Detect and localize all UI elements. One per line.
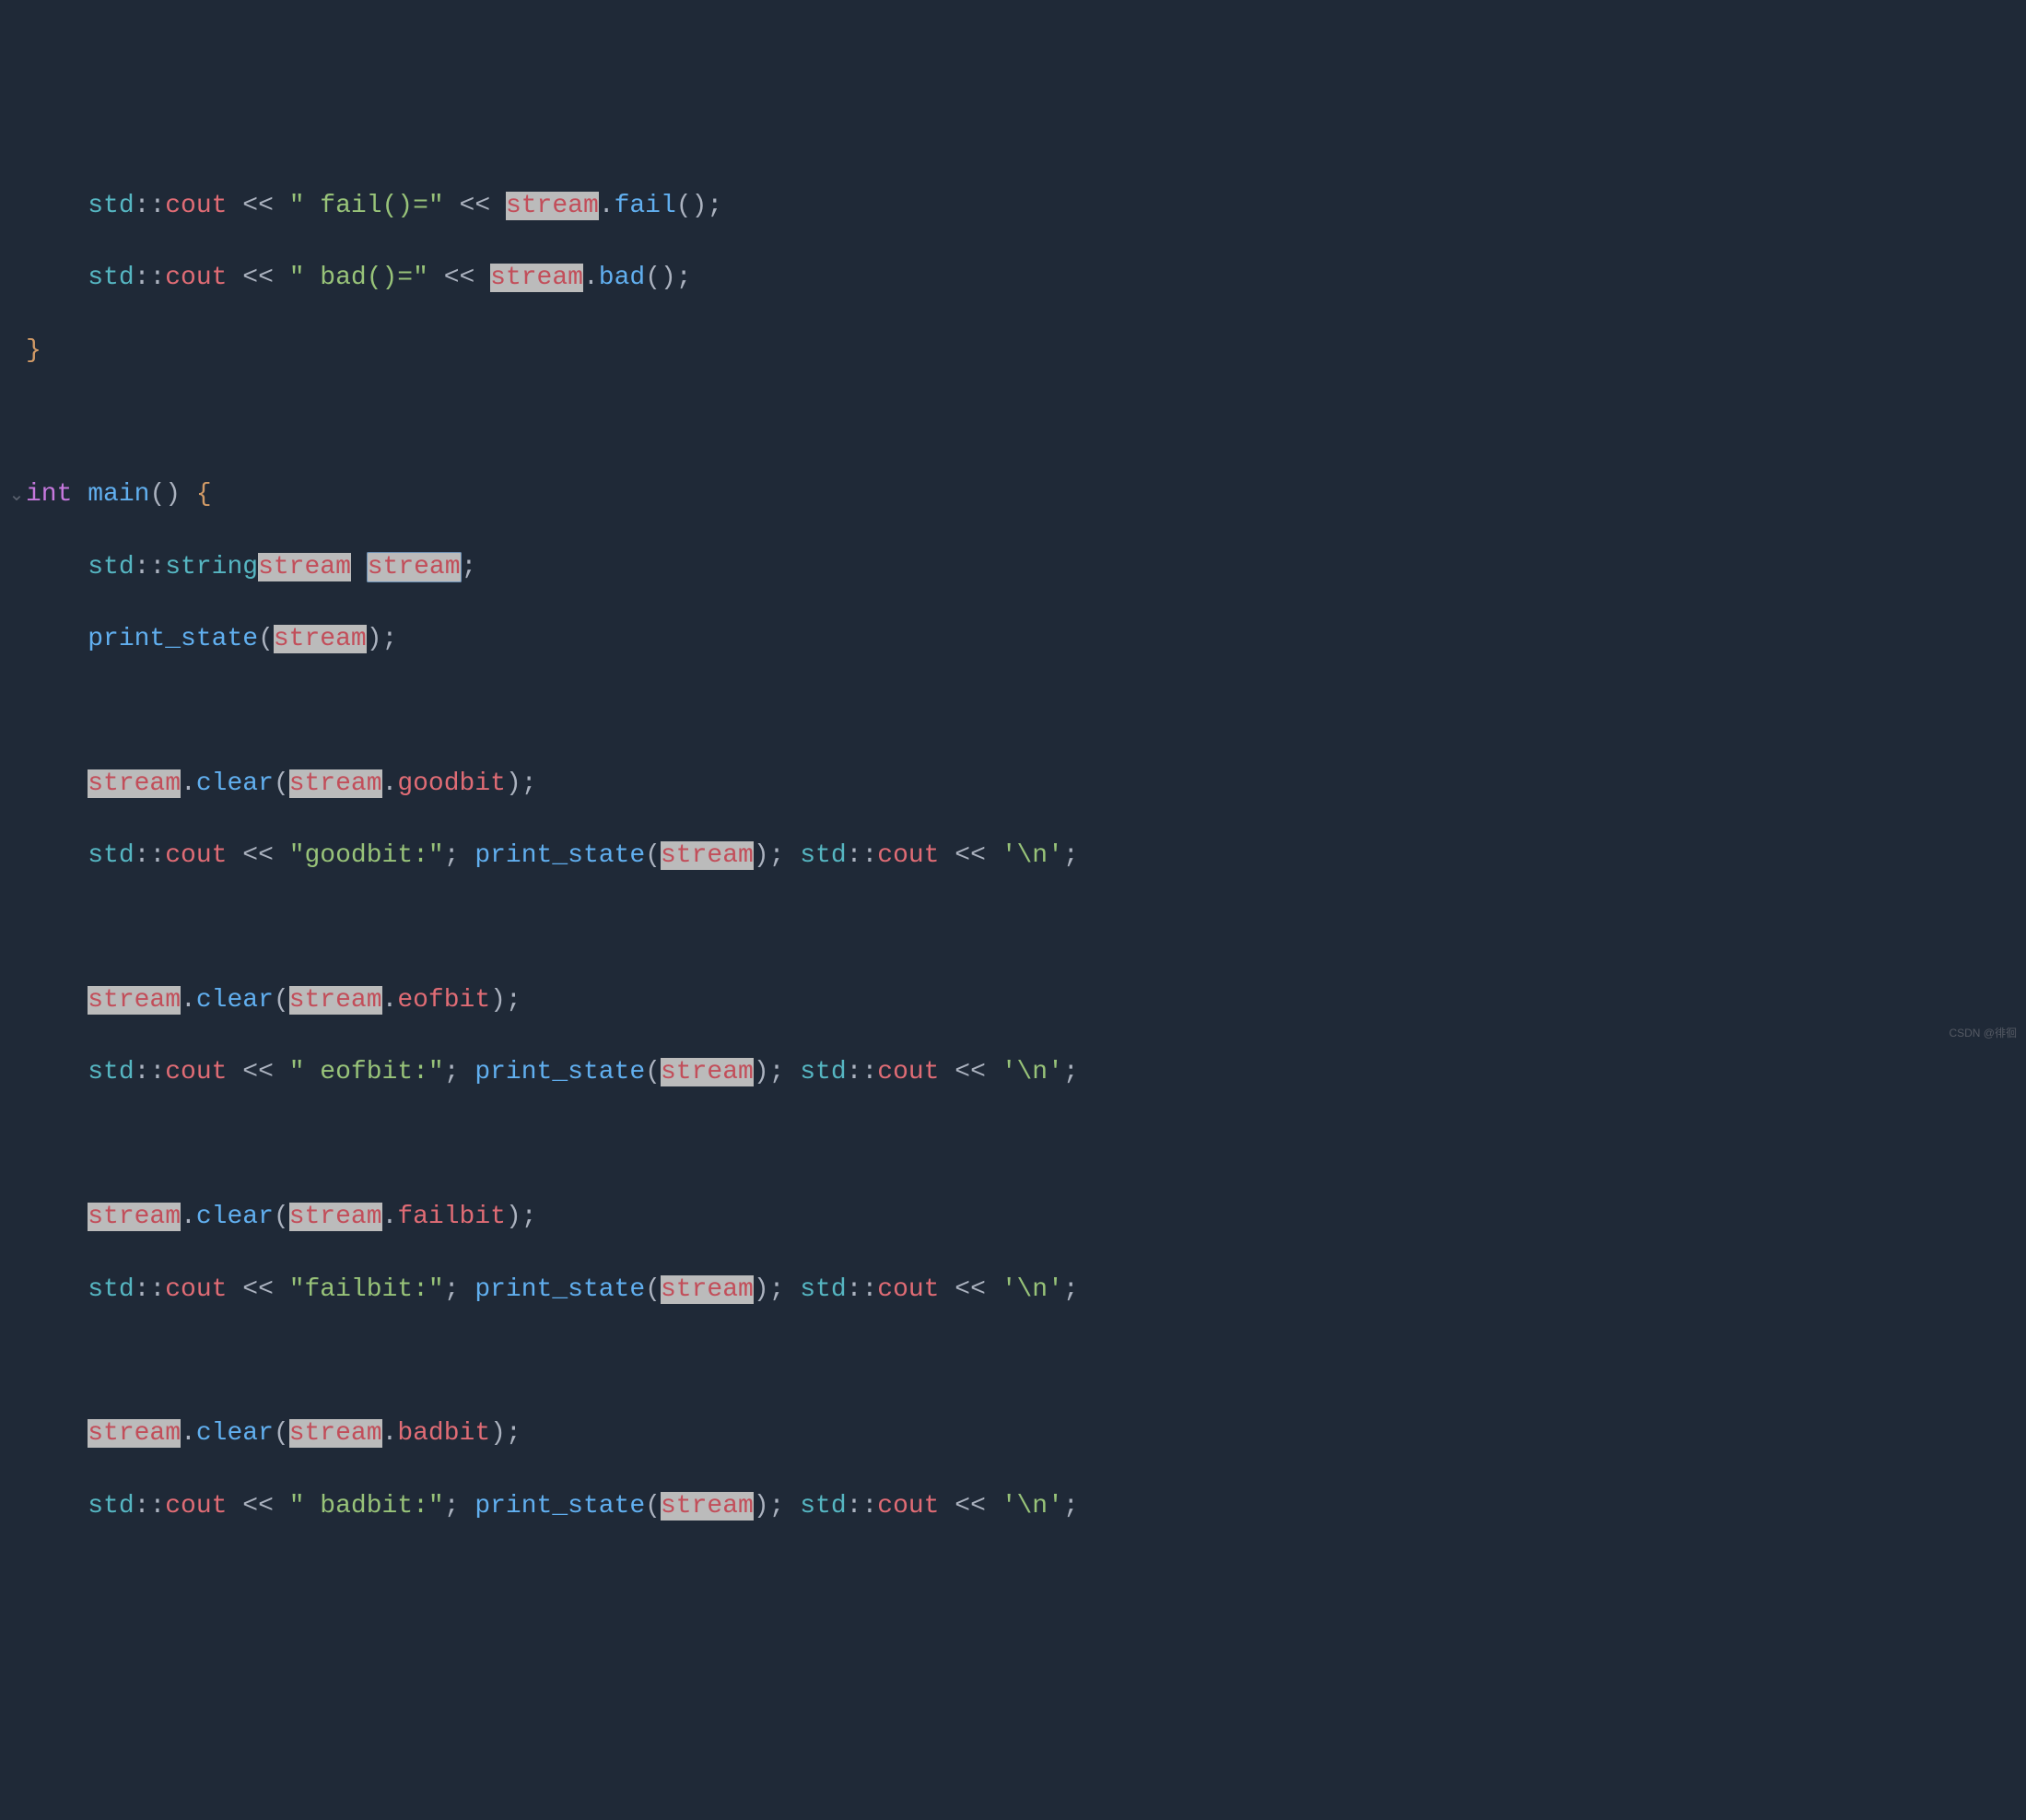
code-line: std::cout << " fail()=" << stream.fail()…: [0, 188, 2026, 224]
watermark-text: CSDN @徘徊: [1949, 1026, 2017, 1041]
code-line: std::stringstream stream;: [0, 549, 2026, 585]
highlight-stream: stream: [88, 769, 181, 798]
code-line: std::cout << " badbit:"; print_state(str…: [0, 1488, 2026, 1524]
highlight-stream: stream: [506, 192, 599, 220]
code-line-empty: [0, 1127, 2026, 1163]
code-line: print_state(stream);: [0, 621, 2026, 657]
highlight-stream: stream: [661, 1492, 754, 1521]
code-line-empty: [0, 694, 2026, 730]
highlight-stream: stream: [289, 986, 382, 1015]
highlight-stream: stream: [490, 264, 583, 292]
code-line: std::cout << "failbit:"; print_state(str…: [0, 1272, 2026, 1308]
highlight-stream: stream: [274, 625, 367, 653]
highlight-stream: stream: [661, 1058, 754, 1086]
highlight-stream: stream: [289, 1419, 382, 1448]
highlight-stream: stream: [289, 769, 382, 798]
code-editor[interactable]: std::cout << " fail()=" << stream.fail()…: [0, 152, 2026, 1560]
code-line: stream.clear(stream.failbit);: [0, 1199, 2026, 1235]
code-line: std::cout << "goodbit:"; print_state(str…: [0, 838, 2026, 874]
code-line-empty: [0, 405, 2026, 440]
keyword-int: int: [26, 480, 72, 509]
code-line-empty: [0, 910, 2026, 946]
namespace-token: std: [88, 192, 134, 220]
highlight-stream: stream: [88, 986, 181, 1015]
highlight-stream: stream: [88, 1203, 181, 1231]
fold-chevron-icon[interactable]: ⌄: [9, 486, 25, 507]
highlight-stream: stream: [661, 1275, 754, 1304]
code-line: std::cout << " bad()=" << stream.bad();: [0, 260, 2026, 296]
highlight-stream: stream: [88, 1419, 181, 1448]
function-main: main: [72, 480, 149, 509]
code-line: ⌄int main() {: [0, 476, 2026, 512]
close-brace: }: [26, 336, 41, 365]
code-line: std::cout << " eofbit:"; print_state(str…: [0, 1054, 2026, 1090]
highlight-stream: stream: [661, 841, 754, 870]
highlight-stream: stream: [289, 1203, 382, 1231]
code-line: stream.clear(stream.eofbit);: [0, 982, 2026, 1018]
highlight-stream: stream: [258, 553, 351, 581]
code-line: stream.clear(stream.goodbit);: [0, 766, 2026, 802]
code-line: stream.clear(stream.badbit);: [0, 1415, 2026, 1451]
highlight-stream-selected: stream: [367, 552, 462, 582]
code-line-empty: [0, 1344, 2026, 1380]
code-line: }: [0, 333, 2026, 369]
